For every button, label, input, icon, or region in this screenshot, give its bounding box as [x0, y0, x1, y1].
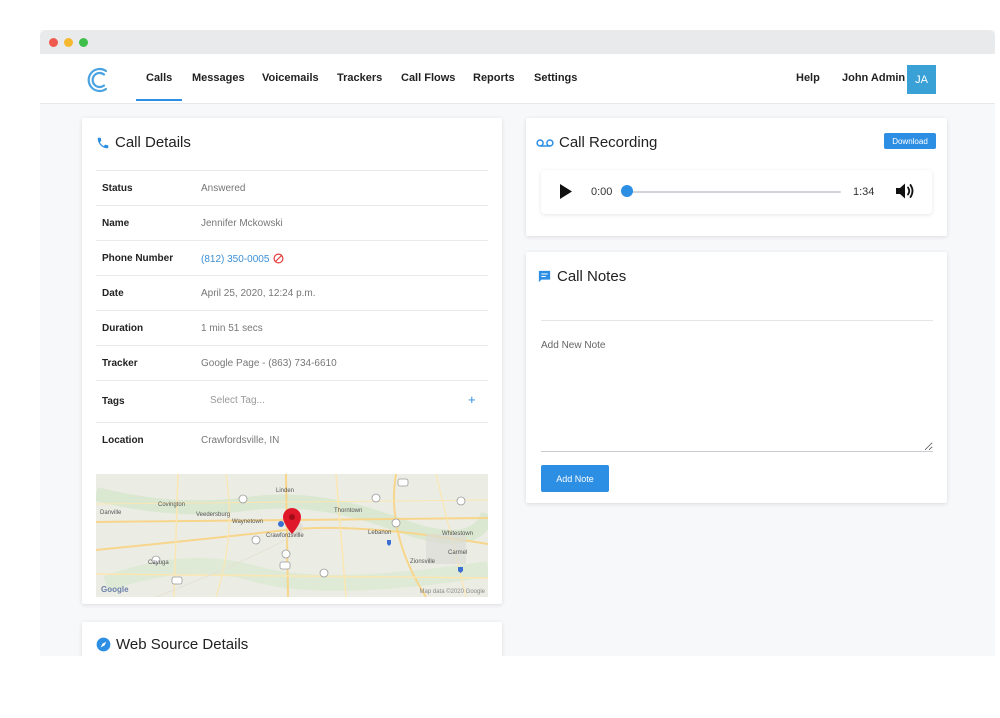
map-label: Crawfordsville — [266, 533, 304, 539]
map-label: Waynetown — [232, 519, 264, 525]
voicemail-icon — [536, 138, 554, 147]
nav-reports[interactable]: Reports — [473, 72, 515, 84]
nav-voicemails[interactable]: Voicemails — [262, 72, 319, 84]
audio-player: 0:00 1:34 — [541, 170, 932, 214]
add-tag-button[interactable]: + — [468, 392, 476, 407]
nav-calls[interactable]: Calls — [135, 72, 183, 101]
audio-scrubber-handle[interactable] — [621, 185, 633, 197]
location-label: Location — [102, 435, 144, 446]
web-source-title: Web Source Details — [116, 636, 249, 653]
status-label: Status — [102, 183, 133, 194]
google-logo: Google — [101, 585, 129, 594]
app-logo-icon[interactable] — [84, 65, 114, 95]
date-label: Date — [102, 288, 124, 299]
detail-row-tracker: Tracker Google Page - (863) 734-6610 — [96, 345, 488, 380]
nav-settings[interactable]: Settings — [534, 72, 577, 84]
call-details-title: Call Details — [115, 134, 191, 151]
help-link[interactable]: Help — [796, 72, 820, 84]
detail-row-tags: Tags Select Tag... + — [96, 380, 488, 422]
volume-icon[interactable] — [895, 182, 915, 200]
web-source-card: Web Source Details — [82, 622, 502, 656]
compass-icon — [96, 637, 111, 652]
status-value: Answered — [201, 183, 246, 194]
block-number-icon[interactable] — [273, 253, 284, 264]
audio-progress-track[interactable] — [627, 191, 841, 193]
user-name[interactable]: John Admin — [842, 72, 905, 84]
detail-row-date: Date April 25, 2020, 12:24 p.m. — [96, 275, 488, 310]
map-label: Veedersburg — [196, 512, 231, 518]
phone-number-label: Phone Number — [102, 253, 174, 264]
call-details-heading: Call Details — [96, 134, 191, 151]
detail-row-location: Location Crawfordsville, IN — [96, 422, 488, 457]
call-details-card: Call Details Status Answered Name Jennif… — [82, 118, 502, 604]
close-window-icon[interactable] — [49, 38, 58, 47]
download-button[interactable]: Download — [884, 133, 936, 149]
nav-messages[interactable]: Messages — [192, 72, 245, 84]
call-recording-heading: Call Recording — [536, 134, 657, 151]
name-value: Jennifer Mckowski — [201, 218, 283, 229]
call-recording-card: Call Recording Download 0:00 1:34 — [526, 118, 947, 236]
date-value: April 25, 2020, 12:24 p.m. — [201, 288, 316, 299]
map-credit[interactable]: Map data ©2020 Google — [420, 589, 485, 595]
detail-row-status: Status Answered — [96, 170, 488, 205]
map-label: Thorntown — [334, 508, 363, 514]
tracker-value: Google Page - (863) 734-6610 — [201, 358, 337, 369]
phone-icon — [97, 137, 109, 148]
map-label: Danville — [100, 510, 122, 516]
location-value: Crawfordsville, IN — [201, 435, 280, 446]
detail-row-phone: Phone Number (812) 350-0005 — [96, 240, 488, 275]
browser-window: Calls Messages Voicemails Trackers Call … — [40, 30, 995, 656]
tags-label: Tags — [102, 396, 125, 407]
duration-value: 1 min 51 secs — [201, 323, 263, 334]
call-recording-title: Call Recording — [559, 134, 658, 151]
map-label: Whitestown — [442, 531, 474, 537]
avatar[interactable]: JA — [907, 65, 936, 94]
web-source-heading: Web Source Details — [96, 636, 248, 653]
minimize-window-icon[interactable] — [64, 38, 73, 47]
browser-titlebar — [40, 30, 995, 54]
top-navigation: Calls Messages Voicemails Trackers Call … — [40, 54, 995, 104]
total-time: 1:34 — [853, 186, 875, 198]
play-icon[interactable] — [559, 183, 573, 200]
call-notes-title: Call Notes — [557, 268, 627, 285]
new-note-textarea[interactable] — [541, 340, 933, 452]
location-map[interactable]: Linden Covington Veedersburg Waynetown T… — [96, 474, 488, 597]
maximize-window-icon[interactable] — [79, 38, 88, 47]
call-notes-card: Call Notes Add Note — [526, 252, 947, 503]
nav-trackers[interactable]: Trackers — [337, 72, 382, 84]
current-time: 0:00 — [591, 186, 613, 198]
map-label: Carmel — [448, 550, 468, 556]
map-pin-icon[interactable] — [283, 508, 301, 534]
detail-row-duration: Duration 1 min 51 secs — [96, 310, 488, 345]
name-label: Name — [102, 218, 130, 229]
tag-select[interactable]: Select Tag... — [210, 395, 265, 406]
map-label: Linden — [276, 488, 295, 494]
nav-call-flows[interactable]: Call Flows — [401, 72, 455, 84]
chat-message-icon — [538, 270, 551, 283]
call-notes-heading: Call Notes — [537, 268, 626, 285]
add-note-button[interactable]: Add Note — [541, 465, 609, 492]
phone-number-link[interactable]: (812) 350-0005 — [201, 254, 269, 265]
map-label: Lebanon — [368, 530, 392, 536]
map-label: Cayuga — [148, 560, 169, 566]
map-label: Zionsville — [410, 559, 436, 565]
phone-number-value: (812) 350-0005 — [201, 253, 284, 265]
duration-label: Duration — [102, 323, 144, 334]
map-label: Covington — [158, 502, 186, 508]
detail-row-name: Name Jennifer Mckowski — [96, 205, 488, 240]
tracker-label: Tracker — [102, 358, 138, 369]
divider — [541, 320, 933, 321]
